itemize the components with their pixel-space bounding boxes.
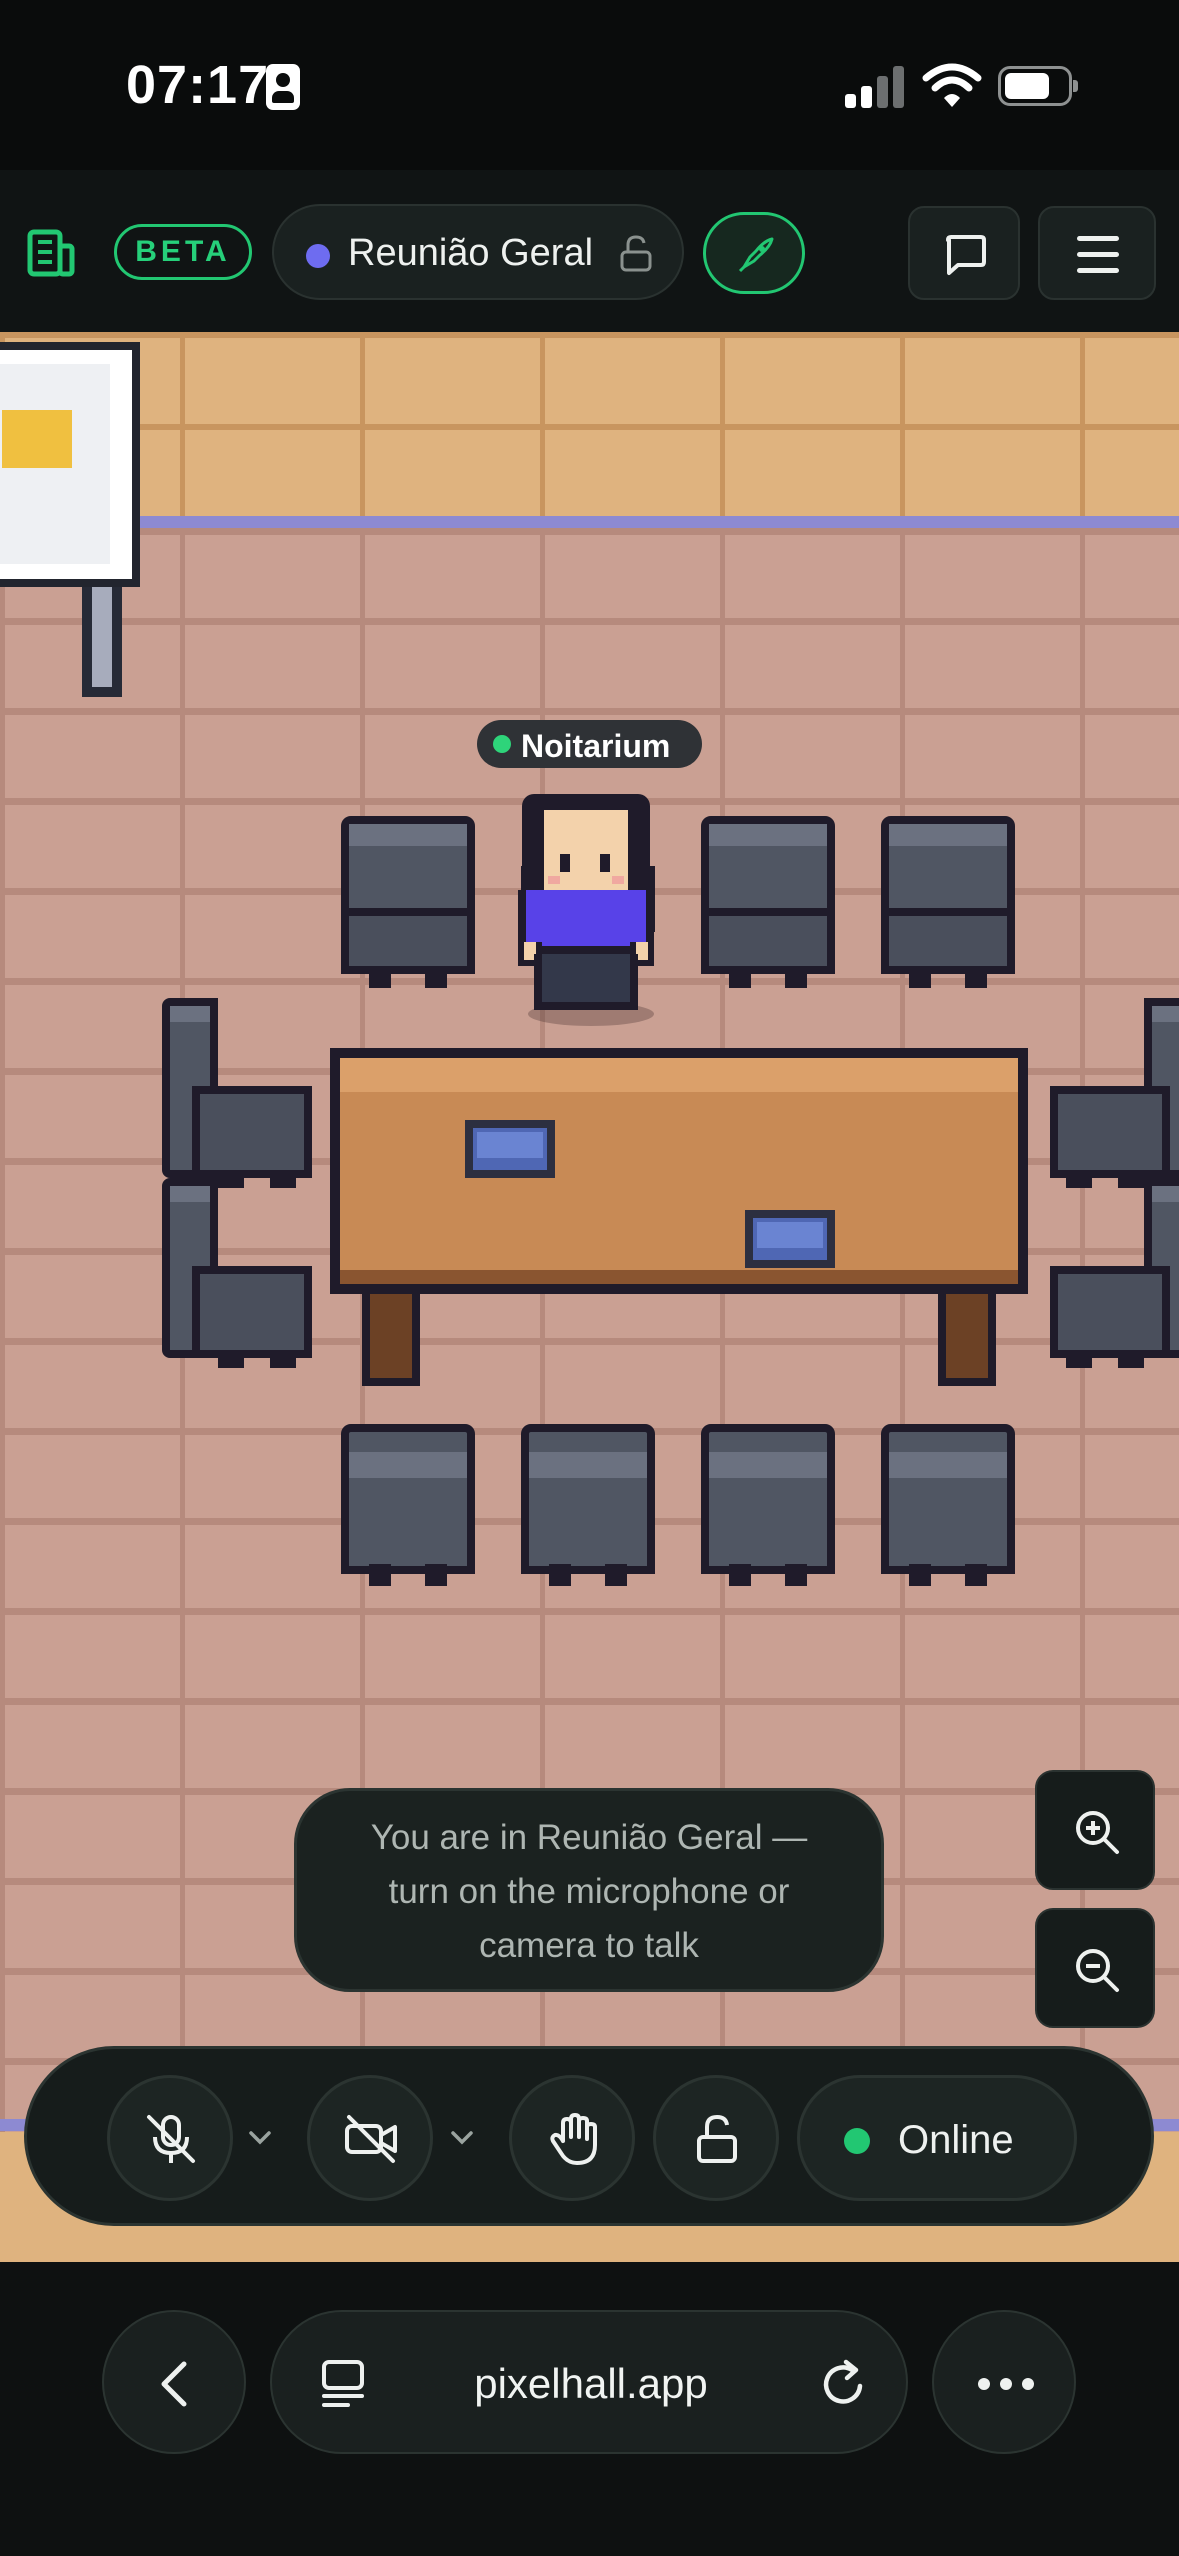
chair[interactable] bbox=[521, 1424, 655, 1586]
camera-toggle-button[interactable] bbox=[307, 2075, 433, 2201]
room-name: Reunião Geral bbox=[348, 232, 594, 274]
whiteboard[interactable] bbox=[0, 342, 140, 587]
room-selector[interactable]: Reunião Geral bbox=[272, 204, 684, 300]
back-button[interactable] bbox=[102, 2310, 246, 2454]
mic-off-icon bbox=[147, 2115, 195, 2163]
contact-card-icon bbox=[266, 64, 300, 110]
chair[interactable] bbox=[701, 1424, 835, 1586]
status-bar: 07:17 bbox=[0, 0, 1179, 170]
wall-tiles bbox=[0, 332, 1179, 517]
chair[interactable] bbox=[341, 1424, 475, 1586]
zoom-in-button[interactable] bbox=[1035, 1770, 1155, 1890]
camera-off-icon bbox=[345, 2115, 397, 2163]
online-dot bbox=[493, 735, 511, 753]
chat-button[interactable] bbox=[908, 206, 1020, 300]
chair[interactable] bbox=[881, 816, 1015, 988]
presence-status-button[interactable]: Online bbox=[797, 2075, 1077, 2201]
avatar-name: Noitarium bbox=[521, 728, 671, 764]
building-icon[interactable] bbox=[20, 222, 80, 282]
boost-button[interactable] bbox=[703, 212, 805, 294]
floor-tiles bbox=[0, 528, 1179, 2262]
meeting-table[interactable] bbox=[330, 1048, 1028, 1294]
battery-icon bbox=[998, 66, 1078, 106]
status-label: Online bbox=[898, 2118, 1014, 2162]
cellular-signal-icon bbox=[845, 66, 905, 108]
hamburger-icon bbox=[1077, 236, 1119, 241]
chair[interactable] bbox=[881, 1424, 1015, 1586]
room-lock-button[interactable] bbox=[653, 2075, 779, 2201]
chair[interactable] bbox=[162, 998, 312, 1188]
chair[interactable] bbox=[701, 816, 835, 988]
mic-toggle-button[interactable] bbox=[107, 2075, 233, 2201]
zoom-out-icon bbox=[1076, 1949, 1119, 1992]
raise-hand-button[interactable] bbox=[509, 2075, 635, 2201]
status-time: 07:17 bbox=[126, 55, 270, 115]
table-leg bbox=[362, 1294, 420, 1386]
chevron-down-icon[interactable] bbox=[445, 2121, 479, 2155]
laptop[interactable] bbox=[465, 1120, 555, 1178]
zoom-in-icon bbox=[1076, 1811, 1119, 1854]
chair[interactable] bbox=[341, 816, 475, 988]
chat-icon bbox=[946, 235, 986, 275]
app-header: BETA Reunião Geral bbox=[0, 170, 1179, 332]
avatar-name-tag: Noitarium bbox=[477, 720, 702, 768]
url-text: pixelhall.app bbox=[474, 2360, 708, 2407]
room-status-dot bbox=[306, 244, 330, 268]
chevron-left-icon bbox=[161, 2361, 187, 2407]
chair[interactable] bbox=[162, 1178, 312, 1368]
wifi-icon bbox=[922, 63, 982, 107]
reload-icon[interactable] bbox=[816, 2356, 872, 2412]
address-bar[interactable]: pixelhall.app bbox=[270, 2310, 908, 2454]
player-avatar[interactable] bbox=[508, 794, 664, 1026]
beta-badge: BETA bbox=[114, 224, 252, 280]
menu-button[interactable] bbox=[1038, 206, 1156, 300]
browser-toolbar: pixelhall.app bbox=[0, 2262, 1179, 2556]
rocket-icon bbox=[738, 237, 774, 273]
room-hint-toast: You are in Reunião Geral — turn on the m… bbox=[294, 1788, 884, 1992]
chair[interactable] bbox=[1050, 998, 1179, 1188]
wall-border bbox=[0, 516, 1179, 528]
sticky-note bbox=[2, 410, 72, 468]
zoom-out-button[interactable] bbox=[1035, 1908, 1155, 2028]
table-leg bbox=[938, 1294, 996, 1386]
laptop[interactable] bbox=[745, 1210, 835, 1268]
whiteboard-stand bbox=[82, 587, 122, 697]
hand-icon bbox=[550, 2113, 597, 2165]
media-control-bar: Online bbox=[24, 2046, 1154, 2226]
more-options-button[interactable] bbox=[932, 2310, 1076, 2454]
unlock-icon bbox=[620, 235, 652, 272]
chair[interactable] bbox=[1050, 1178, 1179, 1368]
status-dot bbox=[844, 2128, 870, 2154]
chevron-down-icon[interactable] bbox=[243, 2121, 277, 2155]
unlock-icon bbox=[697, 2114, 737, 2163]
ellipsis-icon bbox=[978, 2378, 990, 2390]
